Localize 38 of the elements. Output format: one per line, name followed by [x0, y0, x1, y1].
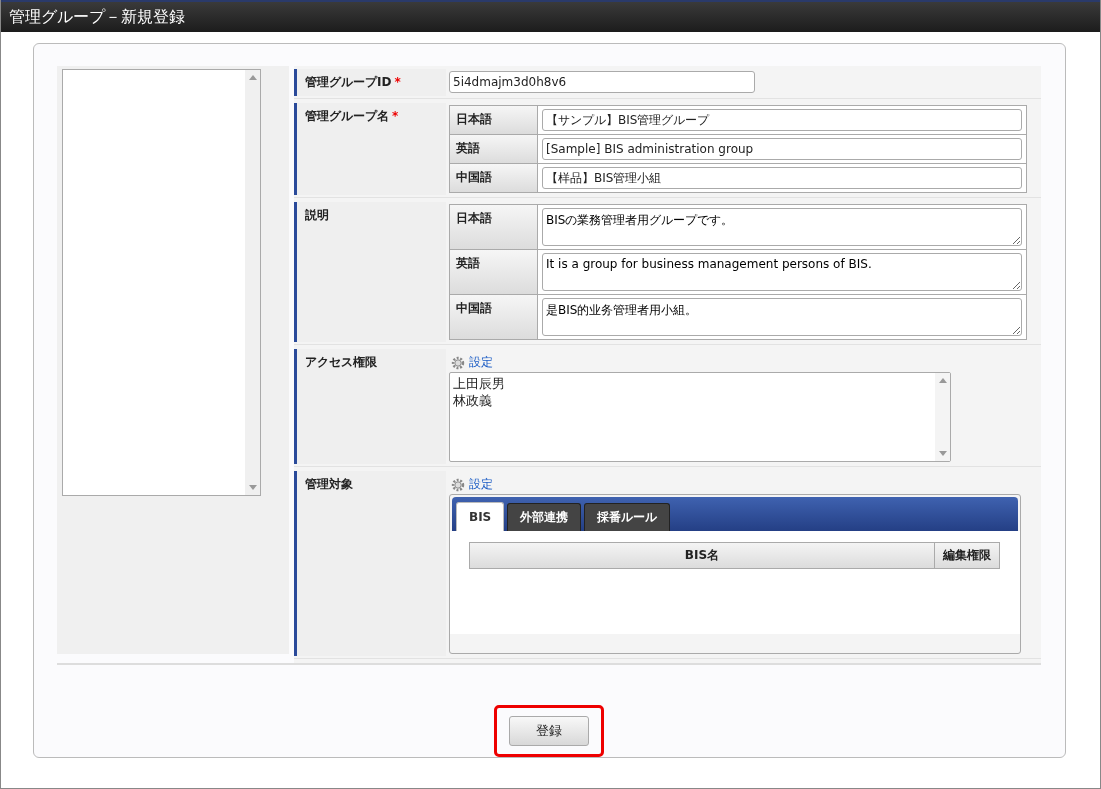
- column-header: 編集権限: [935, 543, 999, 568]
- gear-icon: [451, 477, 465, 492]
- text-field[interactable]: [Sample] BIS administration group: [542, 138, 1022, 160]
- text-field[interactable]: 5i4dmajm3d0h8v6: [449, 71, 755, 93]
- window-title: 管理グループ－新規登録: [9, 6, 185, 28]
- column-header: BIS名: [470, 543, 935, 568]
- text-area[interactable]: 是BIS的业务管理者用小組。: [542, 298, 1022, 336]
- language-label: 中国語: [450, 295, 538, 339]
- scrollbar[interactable]: [935, 373, 950, 461]
- language-label: 英語: [450, 135, 538, 163]
- list-item[interactable]: 上田辰男: [453, 375, 932, 392]
- tab[interactable]: BIS: [456, 502, 505, 531]
- settings-link[interactable]: 設定: [469, 476, 493, 493]
- language-label: 日本語: [450, 106, 538, 134]
- tab[interactable]: 採番ルール: [584, 503, 671, 531]
- language-label: 英語: [450, 250, 538, 294]
- scroll-up-icon[interactable]: [248, 75, 257, 80]
- list-item[interactable]: 林政義: [453, 392, 932, 409]
- field-label: 管理グループ名 *: [294, 103, 446, 195]
- scroll-down-icon[interactable]: [938, 451, 947, 456]
- field-label: 管理対象: [294, 471, 446, 656]
- language-label: 中国語: [450, 164, 538, 192]
- register-button[interactable]: 登録: [509, 716, 589, 746]
- text-field[interactable]: 【样品】BIS管理小組: [542, 167, 1022, 189]
- scroll-up-icon[interactable]: [938, 378, 947, 383]
- gear-icon: [451, 355, 465, 370]
- field-label: 管理グループID *: [294, 69, 446, 96]
- language-label: 日本語: [450, 205, 538, 249]
- scrollbar[interactable]: [245, 70, 260, 495]
- user-listbox[interactable]: 上田辰男 林政義: [449, 372, 951, 462]
- field-label: 説明: [294, 202, 446, 342]
- field-label: アクセス権限: [294, 349, 446, 464]
- text-area[interactable]: It is a group for business management persons of BIS.: [542, 253, 1022, 291]
- text-field[interactable]: 【サンプル】BIS管理グループ: [542, 109, 1022, 131]
- tab[interactable]: 外部連携: [507, 503, 582, 531]
- settings-link[interactable]: 設定: [469, 354, 493, 371]
- scroll-down-icon[interactable]: [248, 485, 257, 490]
- text-area[interactable]: BISの業務管理者用グループです。: [542, 208, 1022, 246]
